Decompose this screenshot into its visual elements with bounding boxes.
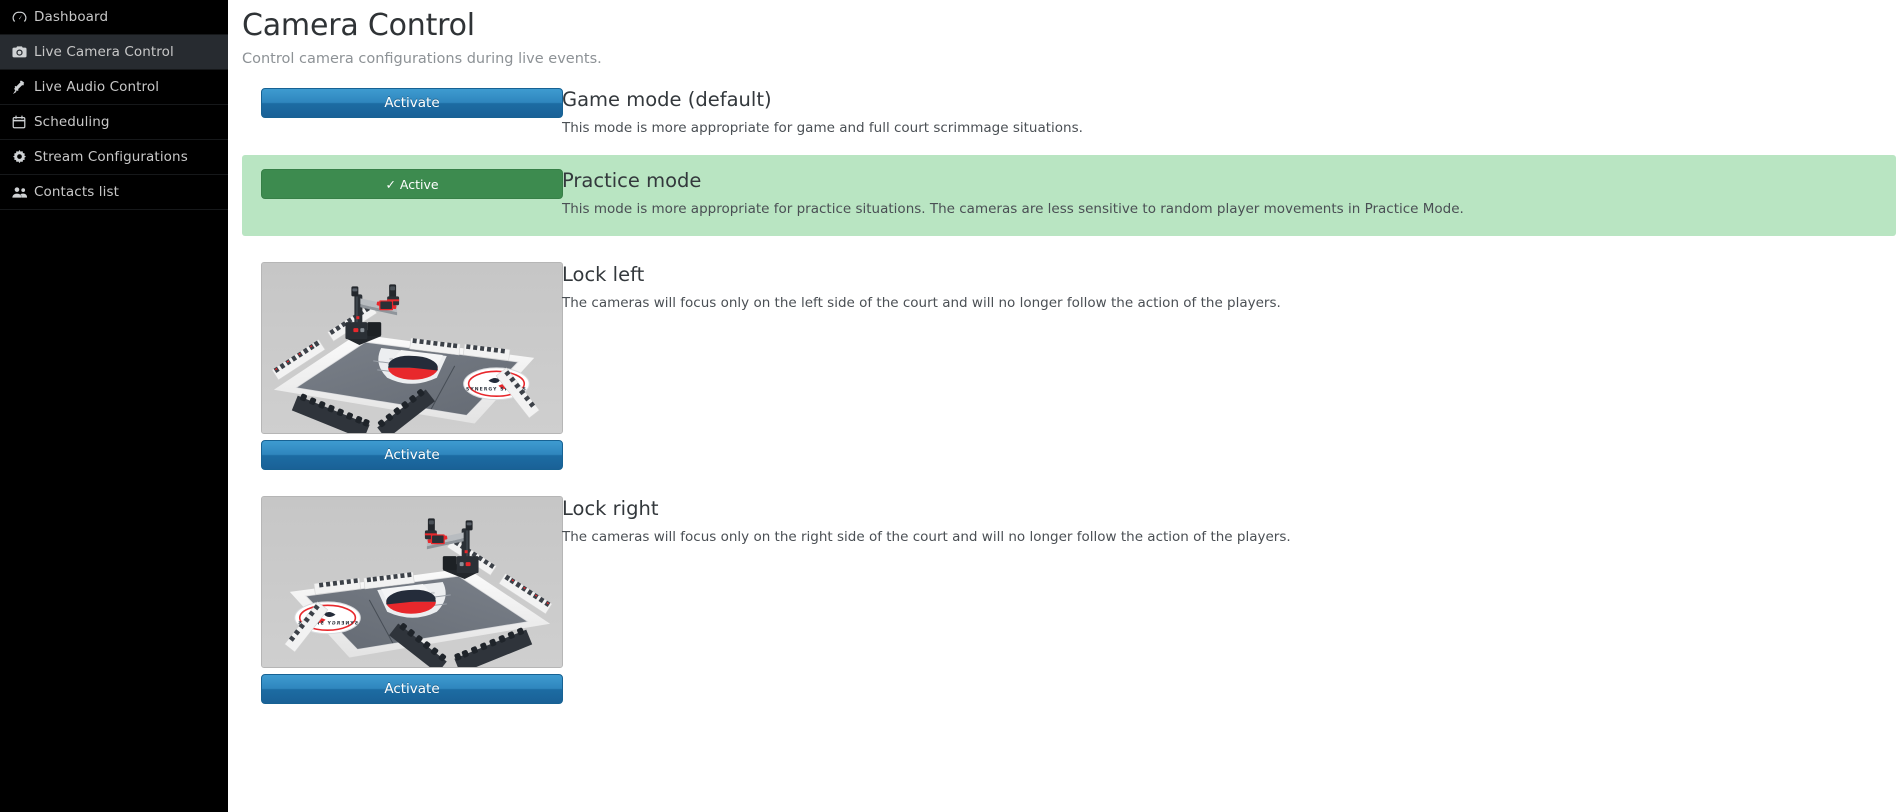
mode-info-lock-left: Lock left The cameras will focus only on … (562, 262, 1281, 312)
mode-controls-game-mode: Activate (242, 88, 563, 118)
gear-icon (12, 149, 34, 165)
court-camera-left-render: SYNERGY SPORTS (261, 262, 563, 434)
app-root: Dashboard Live Camera Control Live Audio C… (0, 0, 1896, 812)
mode-title: Practice mode (562, 169, 702, 192)
mode-description: This mode is more appropriate for game a… (562, 120, 1083, 136)
mode-info-lock-right: Lock right The cameras will focus only on… (562, 496, 1291, 546)
activate-button-lock-left[interactable]: Activate (261, 440, 563, 470)
sidebar-item-camera[interactable]: Live Camera Control (0, 35, 228, 70)
mode-title: Game mode (default) (562, 88, 772, 111)
mode-row-lock-left: SYNERGY SPORTS Activate Lock left The ca… (242, 250, 1896, 470)
activate-button-lock-right[interactable]: Activate (261, 674, 563, 704)
sidebar-item-scheduling[interactable]: Scheduling (0, 105, 228, 140)
sidebar-item-audio[interactable]: Live Audio Control (0, 70, 228, 105)
sidebar-item-label: Dashboard (34, 9, 109, 25)
users-icon (12, 184, 34, 200)
sidebar: Dashboard Live Camera Control Live Audio C… (0, 0, 228, 812)
camera-icon (12, 44, 34, 60)
mode-row-lock-right: SYNERGY SPORTS Activate Lock right The c… (242, 484, 1896, 704)
page-title: Camera Control (242, 8, 475, 43)
mode-controls-practice-mode: ✓ Active (242, 169, 563, 199)
mode-title: Lock left (562, 263, 645, 286)
sidebar-item-streams[interactable]: Stream Configurations (0, 140, 228, 175)
sidebar-item-label: Live Audio Control (34, 79, 160, 95)
sidebar-item-label: Stream Configurations (34, 149, 188, 165)
mode-row-practice-mode: ✓ Active Practice mode This mode is more a… (242, 155, 1896, 236)
page-subtitle: Control camera configurations during liv… (242, 51, 602, 67)
sidebar-item-label: Scheduling (34, 114, 110, 130)
mode-description: This mode is more appropriate for practi… (562, 201, 1464, 217)
calendar-icon (12, 114, 34, 130)
camera-mode-list: Activate Game mode (default) This mode is … (242, 88, 1896, 704)
mode-title: Lock right (562, 497, 659, 520)
main-content: Camera Control Control camera configurat… (228, 0, 1896, 812)
sidebar-item-dashboard[interactable]: Dashboard (0, 0, 228, 35)
activate-button-game-mode[interactable]: Activate (261, 88, 563, 118)
mode-description: The cameras will focus only on the right… (562, 529, 1291, 545)
sidebar-item-contacts[interactable]: Contacts list (0, 175, 228, 210)
court-camera-right-render: SYNERGY SPORTS (261, 496, 563, 668)
mode-info-practice-mode: Practice mode This mode is more appropria… (562, 169, 1464, 218)
sidebar-item-label: Contacts list (34, 184, 119, 200)
mode-info-game-mode: Game mode (default) This mode is more app… (562, 88, 1083, 137)
sidebar-item-label: Live Camera Control (34, 44, 174, 60)
mode-controls-lock-right: SYNERGY SPORTS Activate (242, 496, 563, 704)
gauge-icon (12, 9, 34, 25)
mode-row-game-mode: Activate Game mode (default) This mode is … (242, 88, 1896, 137)
mode-description: The cameras will focus only on the left … (562, 295, 1281, 311)
mic-icon (12, 79, 34, 95)
mode-controls-lock-left: SYNERGY SPORTS Activate (242, 262, 563, 470)
active-state-button-practice-mode[interactable]: ✓ Active (261, 169, 563, 199)
